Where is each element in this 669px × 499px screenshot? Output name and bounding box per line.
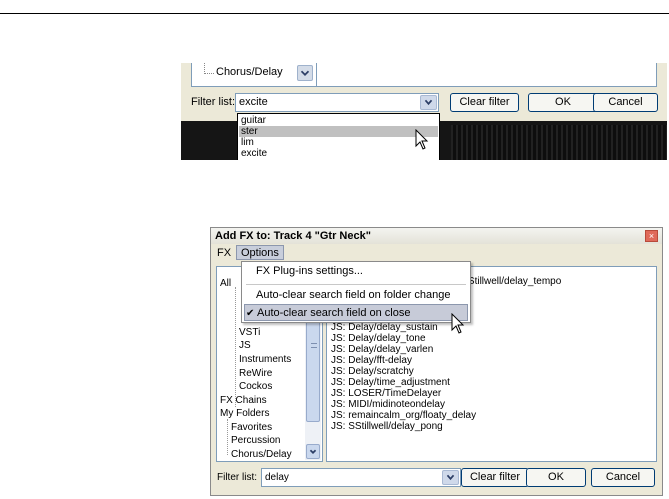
plugin-row[interactable]: JS: LOSER/TimeDelayer	[331, 388, 441, 399]
menu-item-autoclear-on-close[interactable]: ✔ Auto-clear search field on close	[244, 304, 468, 321]
tree-item-rewire[interactable]: ReWire	[239, 367, 272, 380]
plugin-row[interactable]: JS: Delay/delay_tone	[331, 333, 426, 344]
plugin-row[interactable]: JS: Delay/fft-delay	[331, 355, 412, 366]
tree-item-chorus-delay[interactable]: Chorus/Delay	[216, 66, 283, 78]
plugin-row[interactable]: JS: Delay/time_adjustment	[331, 377, 450, 388]
tree-item-instruments[interactable]: Instruments	[239, 353, 291, 366]
filter-dropdown-screenshot: Chorus/Delay Filter list: excite Clear f…	[181, 63, 667, 160]
clear-filter-button[interactable]: Clear filter	[461, 468, 529, 487]
chevron-down-icon	[446, 474, 455, 481]
tree-connector	[204, 73, 214, 74]
close-icon[interactable]: ×	[645, 230, 658, 242]
pane-divider	[316, 63, 317, 87]
filter-list-label: Filter list:	[191, 96, 235, 108]
plugin-row[interactable]: JS: Delay/delay_varlen	[331, 344, 433, 355]
tree-connector	[227, 419, 228, 455]
filter-dropdown-button[interactable]	[420, 95, 437, 110]
filter-combobox[interactable]: excite	[235, 93, 439, 112]
chevron-down-icon	[300, 70, 310, 76]
plugin-row[interactable]: JS: SStillwell/delay_pong	[331, 421, 443, 432]
tree-item-js[interactable]: JS	[239, 339, 251, 352]
background-tracks	[451, 125, 667, 160]
ok-button[interactable]: OK	[526, 468, 586, 487]
mouse-cursor-icon	[415, 129, 429, 150]
menu-item-label: Auto-clear search field on close	[257, 307, 411, 319]
menu-fx[interactable]: FX	[217, 247, 231, 259]
scroll-down-button[interactable]	[297, 65, 313, 81]
menu-options[interactable]: Options	[236, 245, 284, 260]
tree-item-cockos[interactable]: Cockos	[239, 380, 272, 393]
filter-list-label: Filter list:	[217, 472, 257, 483]
dropdown-option-selected[interactable]: ster	[239, 126, 438, 137]
grip-icon	[311, 343, 317, 348]
top-rule	[0, 13, 669, 14]
filter-input[interactable]: delay	[265, 472, 289, 483]
chevron-down-icon	[309, 449, 317, 454]
dialog-title: Add FX to: Track 4 "Gtr Neck"	[215, 230, 371, 242]
filter-dropdown-button[interactable]	[442, 470, 459, 485]
options-menu: FX Plug-ins settings... Auto-clear searc…	[241, 261, 471, 323]
menu-item-autoclear-folder-change[interactable]: Auto-clear search field on folder change	[244, 287, 468, 304]
plugin-row[interactable]: JS: Delay/delay_sustain	[331, 322, 438, 333]
cancel-button[interactable]: Cancel	[591, 468, 655, 487]
tree-connector	[235, 287, 236, 407]
tree-item-favorites[interactable]: Favorites	[231, 421, 272, 434]
dropdown-option[interactable]: lim	[239, 137, 438, 148]
tree-item-chorus-delay[interactable]: Chorus/Delay	[231, 448, 292, 461]
plugin-row[interactable]: JS: remaincalm_org/floaty_delay	[331, 410, 476, 421]
chevron-down-icon	[424, 99, 433, 106]
checkmark-icon: ✔	[246, 308, 255, 319]
tree-item-all[interactable]: All	[220, 277, 231, 290]
plugin-row[interactable]: JS: MIDI/midinoteondelay	[331, 399, 445, 410]
title-bar: Add FX to: Track 4 "Gtr Neck" ×	[211, 228, 662, 244]
folder-tree: Chorus/Delay	[191, 63, 657, 87]
mouse-cursor-icon	[451, 313, 465, 334]
filter-input[interactable]: excite	[239, 96, 268, 108]
tree-item-fx-chains[interactable]: FX Chains	[220, 394, 267, 407]
menu-bar: FX Options	[211, 245, 662, 261]
menu-separator	[246, 284, 466, 285]
menu-item-fx-plugin-settings[interactable]: FX Plug-ins settings...	[244, 263, 468, 280]
tree-item-percussion[interactable]: Percussion	[231, 434, 280, 447]
cancel-button[interactable]: Cancel	[593, 93, 658, 112]
tree-item-vsti[interactable]: VSTi	[239, 326, 260, 339]
dropdown-option[interactable]: guitar	[239, 115, 438, 126]
filter-history-dropdown[interactable]: guitar ster lim excite	[237, 113, 440, 160]
clear-filter-button[interactable]: Clear filter	[450, 93, 519, 112]
filter-combobox[interactable]: delay	[261, 468, 461, 487]
scroll-down-button[interactable]	[306, 444, 320, 459]
ok-button[interactable]: OK	[528, 93, 598, 112]
dropdown-option[interactable]: excite	[239, 148, 438, 159]
plugin-row[interactable]: JS: Delay/scratchy	[331, 366, 414, 377]
